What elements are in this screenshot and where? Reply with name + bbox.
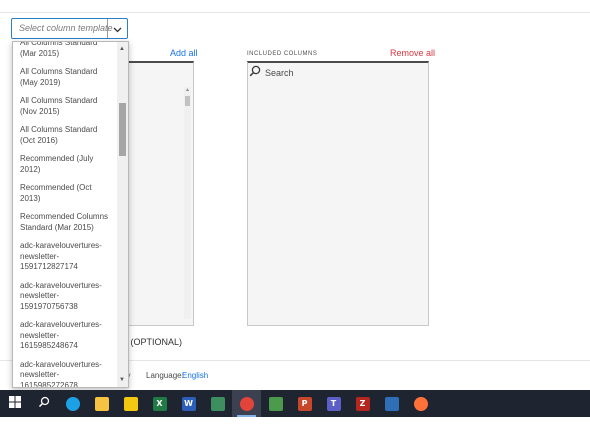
firefox-icon — [413, 396, 428, 411]
taskbar-item-excel[interactable]: X — [145, 390, 174, 417]
available-columns-scrollbar[interactable]: ▲ — [184, 87, 191, 319]
dropdown-option[interactable]: adc-karavelouvertures-newsletter-1591970… — [13, 277, 118, 317]
filezilla-icon: Z — [355, 396, 370, 411]
scroll-up-arrow-icon[interactable]: ▲ — [185, 87, 190, 93]
dropdown-option[interactable]: adc-karavelouvertures-newsletter-1591712… — [13, 237, 118, 277]
dropdown-option[interactable]: All Columns Standard (Mar 2015) — [13, 42, 118, 63]
included-search-field[interactable]: Search — [249, 64, 294, 82]
app-window: Select column template Add all ▲ INCLUDE… — [0, 0, 590, 436]
excel-glyph: X — [152, 396, 167, 411]
available-columns-panel[interactable] — [120, 61, 194, 326]
taskbar-item-power-bi[interactable] — [116, 390, 145, 417]
screen-bottom — [0, 417, 590, 436]
dropdown-option[interactable]: adc-karavelouvertures-newsletter-1615985… — [13, 356, 118, 388]
teams-icon: T — [326, 396, 341, 411]
power-bi-icon — [123, 396, 138, 411]
included-columns-panel — [247, 61, 429, 326]
edge-icon — [65, 396, 80, 411]
language-label: Language: — [146, 371, 184, 380]
scroll-up-arrow-icon[interactable]: ▲ — [119, 46, 125, 52]
dropdown-option[interactable]: All Columns Standard (Nov 2015) — [13, 92, 118, 121]
excel-icon: X — [152, 396, 167, 411]
dropdown-option[interactable]: Recommended Columns Standard (Mar 2015) — [13, 208, 118, 237]
top-divider — [0, 12, 590, 13]
dropdown-scrollbar[interactable]: ▲ ▼ — [117, 42, 128, 387]
windows-taskbar: XW PTZ — [0, 390, 590, 417]
column-template-select[interactable]: Select column template — [11, 18, 128, 39]
included-columns-heading: INCLUDED COLUMNS — [247, 51, 318, 57]
dropdown-toggle-button[interactable] — [107, 19, 127, 38]
file-explorer-icon — [94, 396, 109, 411]
powerpoint-glyph: P — [297, 396, 312, 411]
dropdown-option[interactable]: adc-karavelouvertures-newsletter-1615985… — [13, 316, 118, 356]
taskbar-item-file-explorer[interactable] — [87, 390, 116, 417]
taskbar-item-remote-desktop[interactable] — [377, 390, 406, 417]
taskbar-item-edge[interactable] — [58, 390, 87, 417]
powerpoint-icon: P — [297, 396, 312, 411]
photos-icon — [268, 396, 283, 411]
filezilla-glyph: Z — [355, 396, 370, 411]
chevron-down-icon — [113, 20, 122, 38]
remote-desktop-icon — [384, 396, 399, 411]
taskbar-item-filezilla[interactable]: Z — [348, 390, 377, 417]
taskbar-item-search[interactable] — [29, 390, 58, 417]
teams-glyph: T — [326, 396, 341, 411]
word-glyph: W — [181, 396, 196, 411]
dropdown-options-list: All Columns Standard (Mar 2015) All Colum… — [13, 42, 118, 388]
column-template-dropdown[interactable]: All Columns Standard (Mar 2015) All Colum… — [12, 41, 129, 388]
add-all-link[interactable]: Add all — [170, 48, 198, 58]
paint-icon — [210, 396, 225, 411]
taskbar-item-firefox[interactable] — [406, 390, 435, 417]
taskbar-item-paint[interactable] — [203, 390, 232, 417]
scroll-down-arrow-icon[interactable]: ▼ — [119, 377, 125, 383]
dropdown-option[interactable]: Recommended (July 2012) — [13, 150, 118, 179]
dropdown-option[interactable]: All Columns Standard (May 2019) — [13, 63, 118, 92]
search-placeholder: Search — [265, 68, 294, 78]
column-template-placeholder: Select column template — [19, 23, 113, 33]
dropdown-scroll-thumb[interactable] — [119, 103, 126, 156]
taskbar-item-photos[interactable] — [261, 390, 290, 417]
word-icon: W — [181, 396, 196, 411]
dropdown-option[interactable]: Recommended (Oct 2013) — [13, 179, 118, 208]
taskbar-item-teams[interactable]: T — [319, 390, 348, 417]
windows-start-icon — [8, 395, 21, 413]
scroll-thumb[interactable] — [185, 96, 190, 106]
chrome-icon — [239, 396, 254, 411]
search-icon — [249, 64, 261, 82]
taskbar-item-word[interactable]: W — [174, 390, 203, 417]
taskbar-item-chrome[interactable] — [232, 390, 261, 417]
search-icon — [38, 395, 50, 413]
taskbar-item-powerpoint[interactable]: P — [290, 390, 319, 417]
dropdown-option[interactable]: All Columns Standard (Oct 2016) — [13, 121, 118, 150]
taskbar-item-windows-start[interactable] — [0, 390, 29, 417]
remove-all-link[interactable]: Remove all — [390, 48, 435, 58]
language-selector[interactable]: English — [182, 371, 208, 380]
